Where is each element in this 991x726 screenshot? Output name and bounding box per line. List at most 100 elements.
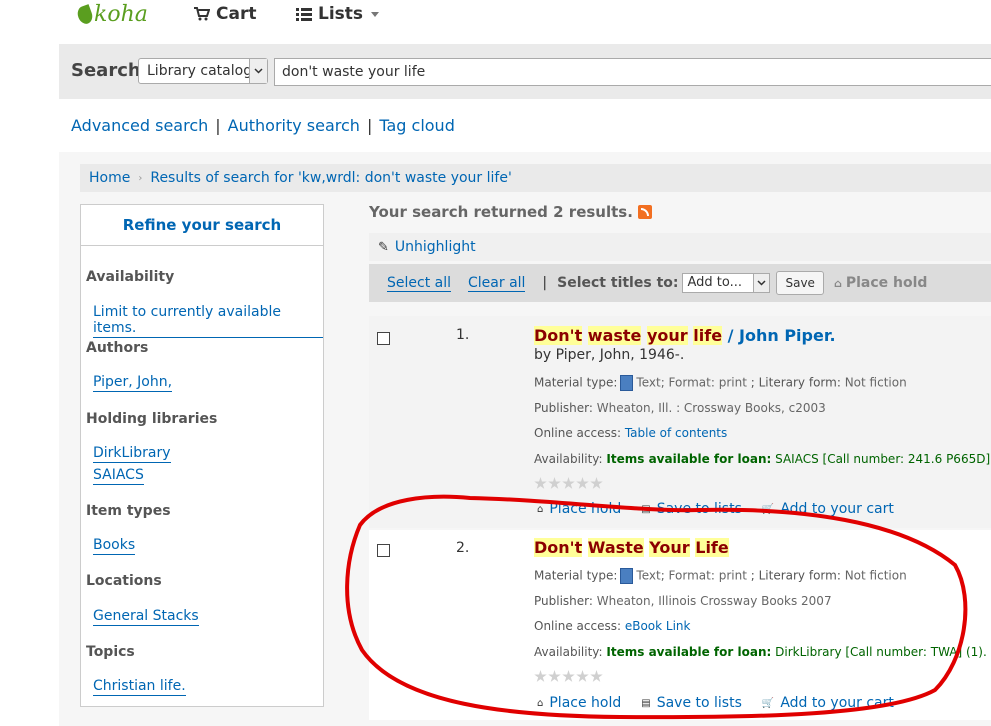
chevron-right-icon: › <box>138 172 143 184</box>
clear-all-link[interactable]: Clear all <box>468 275 526 292</box>
breadcrumb-current[interactable]: Results of search for 'kw,wrdl: don't wa… <box>150 170 511 186</box>
results-toolbar: Select all Clear all | Select titles to:… <box>369 264 991 302</box>
title-word: Don't <box>534 326 583 345</box>
add-to-cart-link[interactable]: 🛒 Add to your cart <box>762 695 894 711</box>
tag-cloud-link[interactable]: Tag cloud <box>379 116 455 135</box>
result-title-link[interactable]: Don't Waste Your Life <box>534 538 729 557</box>
save-button[interactable]: Save <box>776 271 824 295</box>
chevron-down-icon <box>249 59 267 83</box>
literary-form-value: Not fiction <box>844 375 907 390</box>
facet-link-books[interactable]: Books <box>93 537 136 555</box>
hold-icon: ⌂ <box>833 276 842 290</box>
result-row: 2. Don't Waste Your Life Material type: T… <box>369 530 991 720</box>
online-access-line: Online access: Table of contents <box>534 426 727 440</box>
search-input[interactable] <box>274 58 991 86</box>
online-access-link[interactable]: Table of contents <box>625 426 727 440</box>
results-summary: Your search returned 2 results. <box>369 203 652 221</box>
facet-link-available[interactable]: Limit to currently available items. <box>93 304 323 338</box>
save-to-lists-link[interactable]: ▤ Save to lists <box>641 501 742 517</box>
result-number: 2. <box>456 540 470 556</box>
rating-stars[interactable] <box>534 477 603 490</box>
cart-link[interactable]: Cart <box>194 4 256 24</box>
list-icon: ▤ <box>641 503 651 515</box>
title-word: waste <box>587 326 642 345</box>
facet-heading-availability: Availability <box>86 269 175 285</box>
add-to-value: Add to... <box>687 275 743 290</box>
literary-form-value: Not fiction <box>844 568 907 583</box>
book-icon <box>620 375 634 391</box>
unhighlight-link[interactable]: Unhighlight <box>395 239 476 255</box>
material-type-line: Material type: Text; Format: print ; Lite… <box>534 375 907 391</box>
title-word: your <box>646 326 688 345</box>
star-icon[interactable] <box>562 477 575 489</box>
online-access-label: Online access: <box>534 426 621 440</box>
facet-link-dirklibrary[interactable]: DirkLibrary <box>93 445 171 463</box>
title-word: Your <box>649 538 690 557</box>
save-to-lists-link[interactable]: ▤ Save to lists <box>641 695 742 711</box>
refine-search-title[interactable]: Refine your search <box>81 205 323 246</box>
star-icon[interactable] <box>590 670 603 682</box>
search-scope-value: Library catalog <box>147 63 253 79</box>
star-icon[interactable] <box>534 477 547 489</box>
rss-icon[interactable] <box>637 205 652 219</box>
search-scope-select[interactable]: Library catalog <box>138 58 268 84</box>
facet-link-christian-life[interactable]: Christian life. <box>93 678 186 696</box>
add-to-select[interactable]: Add to... <box>682 273 771 293</box>
facet-heading-locations: Locations <box>86 573 162 589</box>
publisher-line: Publisher: Wheaton, Illinois Crossway Bo… <box>534 594 832 608</box>
breadcrumb-home[interactable]: Home <box>89 170 130 186</box>
result-checkbox[interactable] <box>377 544 390 557</box>
chevron-down-icon <box>753 274 770 292</box>
facet-heading-topics: Topics <box>86 644 135 660</box>
results-count-text: Your search returned 2 results. <box>369 203 633 221</box>
star-icon[interactable] <box>548 477 561 489</box>
hold-icon: ⌂ <box>537 503 544 515</box>
availability-status: Items available for loan: <box>606 452 772 466</box>
availability-line: Availability: Items available for loan: … <box>534 452 991 466</box>
advanced-search-link[interactable]: Advanced search <box>71 116 208 135</box>
cart-icon: 🛒 <box>761 697 775 709</box>
online-access-link[interactable]: eBook Link <box>625 619 691 633</box>
place-hold-toolbar-button[interactable]: ⌂ Place hold <box>834 275 927 291</box>
facet-link-author[interactable]: Piper, John, <box>93 374 173 392</box>
star-icon[interactable] <box>534 670 547 682</box>
place-hold-label: Place hold <box>549 501 622 517</box>
select-titles-label: Select titles to: <box>557 275 679 291</box>
online-access-label: Online access: <box>534 619 621 633</box>
leaf-icon <box>75 3 95 26</box>
availability-label: Availability: <box>534 452 603 466</box>
place-hold-toolbar-label: Place hold <box>845 275 928 291</box>
availability-label: Availability: <box>534 645 603 659</box>
select-all-link[interactable]: Select all <box>387 275 451 292</box>
star-icon[interactable] <box>590 477 603 489</box>
facet-link-saiacs[interactable]: SAIACS <box>93 467 144 485</box>
star-icon[interactable] <box>576 477 589 489</box>
lists-menu[interactable]: Lists <box>296 4 380 24</box>
availability-status: Items available for loan: <box>606 645 772 659</box>
material-type-value: Text; Format: <box>636 375 715 390</box>
material-type-value: Text; Format: <box>636 568 715 583</box>
star-icon[interactable] <box>548 670 561 682</box>
star-icon[interactable] <box>576 670 589 682</box>
refine-search-panel: Refine your search Availability Limit to… <box>80 204 324 707</box>
publisher-line: Publisher: Wheaton, Ill. : Crossway Book… <box>534 401 826 415</box>
facet-link-general-stacks[interactable]: General Stacks <box>93 608 199 626</box>
rating-stars[interactable] <box>534 670 603 683</box>
place-hold-link[interactable]: ⌂ Place hold <box>537 695 621 711</box>
save-to-lists-label: Save to lists <box>656 501 742 517</box>
title-author: / John Piper. <box>722 326 836 345</box>
add-to-cart-link[interactable]: 🛒 Add to your cart <box>762 501 894 517</box>
result-checkbox[interactable] <box>377 332 390 345</box>
online-access-line: Online access: eBook Link <box>534 619 690 633</box>
result-title-link[interactable]: Don't waste your life / John Piper. <box>534 326 836 345</box>
save-to-lists-label: Save to lists <box>656 695 742 711</box>
koha-logo[interactable]: koha <box>75 2 148 27</box>
pencil-icon: ✎ <box>378 239 389 255</box>
authority-search-link[interactable]: Authority search <box>228 116 360 135</box>
chevron-down-icon <box>371 11 380 17</box>
cart-label: Cart <box>216 4 257 24</box>
place-hold-link[interactable]: ⌂ Place hold <box>537 501 621 517</box>
star-icon[interactable] <box>562 670 575 682</box>
availability-detail: SAIACS [Call number: 241.6 P665D] (1). <box>775 452 991 466</box>
logo-text: koha <box>94 2 148 27</box>
